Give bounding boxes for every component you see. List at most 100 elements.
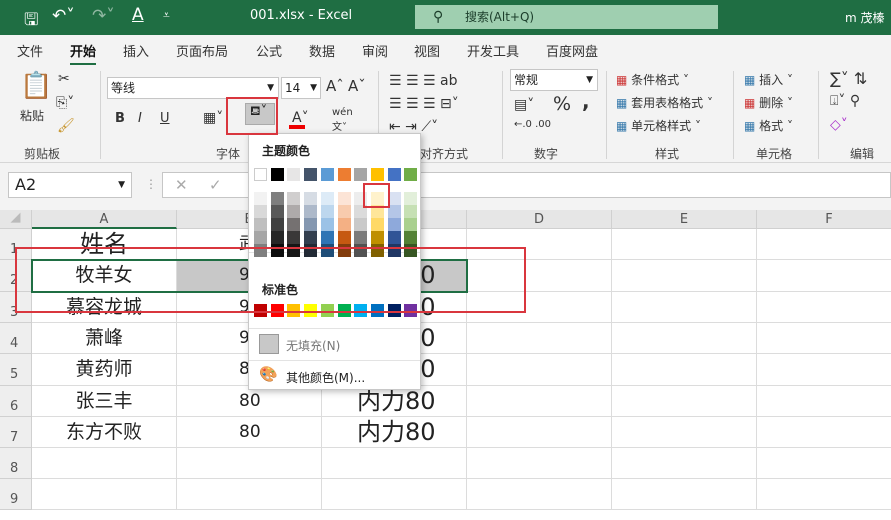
paste-button[interactable]: 粘贴 bbox=[20, 107, 44, 124]
theme-shade-swatch[interactable] bbox=[304, 218, 318, 231]
theme-shade-swatch[interactable] bbox=[337, 231, 351, 244]
cell-D5[interactable] bbox=[467, 354, 612, 386]
font-color-button[interactable]: A˅ bbox=[292, 110, 309, 126]
theme-shade-swatch[interactable] bbox=[370, 244, 384, 257]
format-as-table-button[interactable]: ▦ 套用表格格式 ˅ bbox=[616, 94, 713, 111]
comma-button[interactable]: , bbox=[582, 89, 590, 113]
theme-shade-swatch[interactable] bbox=[404, 192, 418, 205]
tab-insert[interactable]: 插入 bbox=[123, 41, 149, 60]
standard-color-swatch[interactable] bbox=[320, 304, 334, 317]
cell-C9[interactable] bbox=[322, 479, 467, 510]
theme-shade-swatch[interactable] bbox=[320, 244, 334, 257]
cell-E1[interactable] bbox=[612, 229, 757, 260]
cell-C8[interactable] bbox=[322, 448, 467, 479]
cell-E3[interactable] bbox=[612, 292, 757, 323]
standard-color-swatch[interactable] bbox=[304, 304, 318, 317]
standard-color-swatch[interactable] bbox=[287, 304, 301, 317]
theme-color-swatch[interactable] bbox=[320, 168, 334, 181]
search-box[interactable]: ⚲ 搜索(Alt+Q) bbox=[415, 5, 718, 29]
cell-D1[interactable] bbox=[467, 229, 612, 260]
theme-shade-swatch[interactable] bbox=[270, 218, 284, 231]
theme-shade-swatch[interactable] bbox=[337, 192, 351, 205]
theme-shade-swatch[interactable] bbox=[387, 218, 401, 231]
theme-color-swatch[interactable] bbox=[387, 168, 401, 181]
fill-and-find-icons[interactable]: ⍗˅ ⚲ bbox=[830, 93, 860, 109]
theme-shade-swatch[interactable] bbox=[304, 192, 318, 205]
tab-formulas[interactable]: 公式 bbox=[256, 41, 282, 60]
cell-E2[interactable] bbox=[612, 260, 757, 292]
theme-shade-swatch[interactable] bbox=[354, 205, 368, 218]
theme-shade-swatch[interactable] bbox=[320, 192, 334, 205]
tab-page-layout[interactable]: 页面布局 bbox=[176, 41, 228, 60]
conditional-format-button[interactable]: ▦ 条件格式 ˅ bbox=[616, 71, 689, 88]
theme-color-swatch[interactable] bbox=[304, 168, 318, 181]
theme-shade-swatch[interactable] bbox=[270, 205, 284, 218]
standard-color-swatch[interactable] bbox=[254, 304, 267, 317]
cell-F1[interactable] bbox=[757, 229, 891, 260]
theme-shade-swatch[interactable] bbox=[404, 205, 418, 218]
bold-button[interactable]: B bbox=[115, 111, 125, 126]
cell-D2[interactable] bbox=[467, 260, 612, 292]
more-colors-option[interactable]: 🎨 其他颜色(M)... bbox=[259, 365, 419, 387]
theme-shade-swatch[interactable] bbox=[304, 205, 318, 218]
alignment-buttons[interactable]: ☰ ☰ ☰ ab ☰ ☰ ☰ ⊟˅ ⇤ ⇥ ⟋˅ bbox=[389, 70, 459, 139]
cell-F6[interactable] bbox=[757, 386, 891, 417]
theme-shade-swatch[interactable] bbox=[320, 218, 334, 231]
cut-icon[interactable]: ✂ bbox=[58, 71, 70, 87]
theme-shade-swatch[interactable] bbox=[370, 205, 384, 218]
cell-F2[interactable] bbox=[757, 260, 891, 292]
clear-icon[interactable]: ◇˅ bbox=[830, 117, 848, 133]
cell-F3[interactable] bbox=[757, 292, 891, 323]
row-header-4[interactable]: 4 bbox=[0, 323, 32, 354]
cell-A3[interactable]: 慕容龙城 bbox=[32, 292, 177, 323]
theme-shade-swatch[interactable] bbox=[404, 244, 418, 257]
theme-shade-swatch[interactable] bbox=[337, 244, 351, 257]
cell-E4[interactable] bbox=[612, 323, 757, 354]
row-header-9[interactable]: 9 bbox=[0, 479, 32, 510]
format-painter-icon[interactable]: 🖌 bbox=[57, 118, 75, 134]
theme-shade-swatch[interactable] bbox=[370, 218, 384, 231]
cell-A8[interactable] bbox=[32, 448, 177, 479]
cell-F9[interactable] bbox=[757, 479, 891, 510]
tab-baidu-netdisk[interactable]: 百度网盘 bbox=[546, 41, 598, 60]
drag-handle[interactable]: ⋮ bbox=[145, 177, 157, 191]
theme-shade-swatch[interactable] bbox=[387, 192, 401, 205]
theme-shade-swatch[interactable] bbox=[254, 218, 267, 231]
theme-shade-swatch[interactable] bbox=[254, 244, 267, 257]
row-header-8[interactable]: 8 bbox=[0, 448, 32, 479]
number-format-select[interactable]: 常规 ▼ bbox=[510, 69, 598, 91]
cell-styles-button[interactable]: ▦ 单元格样式 ˅ bbox=[616, 117, 701, 134]
theme-shade-swatch[interactable] bbox=[320, 231, 334, 244]
theme-color-swatch[interactable] bbox=[270, 168, 284, 181]
currency-icon[interactable]: ▤˅ bbox=[514, 97, 534, 113]
theme-color-swatch[interactable] bbox=[254, 168, 267, 181]
cell-E6[interactable] bbox=[612, 386, 757, 417]
phonetic-icon[interactable]: wén 文˅ bbox=[332, 107, 353, 133]
tab-file[interactable]: 文件 bbox=[17, 41, 43, 60]
theme-shade-swatch[interactable] bbox=[254, 231, 267, 244]
save-icon[interactable]: 🖫 bbox=[24, 7, 38, 36]
percent-button[interactable]: % bbox=[553, 93, 571, 115]
cell-D3[interactable] bbox=[467, 292, 612, 323]
column-header-E[interactable]: E bbox=[612, 210, 757, 229]
column-header-D[interactable]: D bbox=[467, 210, 612, 229]
name-box[interactable]: A2 ▼ bbox=[8, 172, 132, 198]
cell-D4[interactable] bbox=[467, 323, 612, 354]
italic-button[interactable]: I bbox=[138, 111, 142, 126]
theme-shade-swatch[interactable] bbox=[270, 244, 284, 257]
theme-shade-swatch[interactable] bbox=[354, 192, 368, 205]
delete-cells-button[interactable]: ▦ 删除 ˅ bbox=[744, 94, 793, 111]
font-color-quick-icon[interactable]: A bbox=[132, 5, 144, 25]
theme-color-swatch[interactable] bbox=[354, 168, 368, 181]
theme-shade-swatch[interactable] bbox=[304, 244, 318, 257]
theme-shade-swatch[interactable] bbox=[337, 218, 351, 231]
autosum-button[interactable]: ∑˅ ⇅ bbox=[830, 69, 867, 88]
tab-view[interactable]: 视图 bbox=[414, 41, 440, 60]
underline-button[interactable]: U bbox=[160, 111, 170, 126]
cell-A4[interactable]: 萧峰 bbox=[32, 323, 177, 354]
redo-icon[interactable]: ↷˅ bbox=[92, 6, 115, 26]
cell-B9[interactable] bbox=[177, 479, 322, 510]
standard-color-swatch[interactable] bbox=[387, 304, 401, 317]
font-name-select[interactable]: 等线 ▼ bbox=[107, 77, 279, 99]
theme-color-swatch[interactable] bbox=[337, 168, 351, 181]
